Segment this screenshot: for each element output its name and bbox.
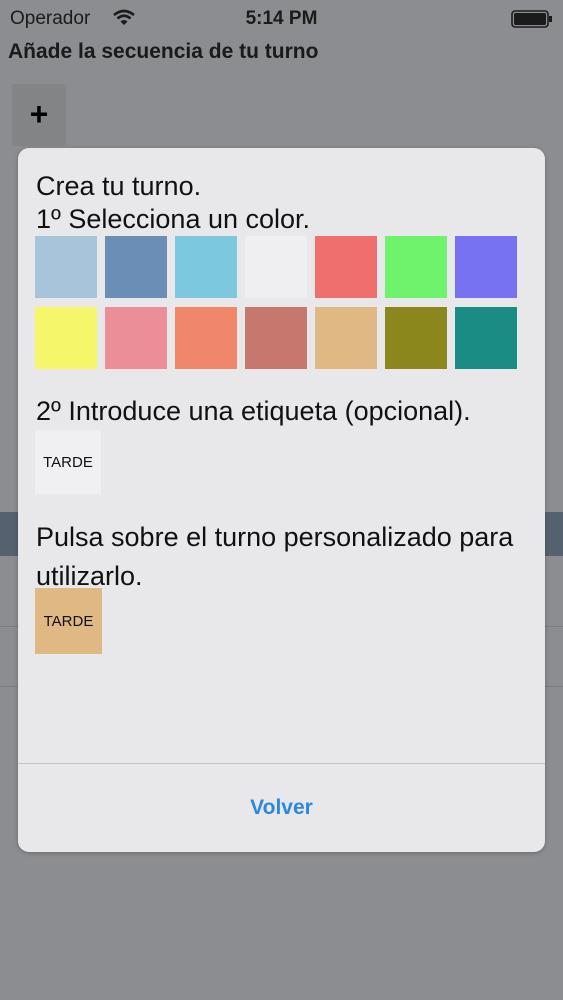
create-shift-dialog: Crea tu turno. 1º Selecciona un color. 2… bbox=[18, 148, 545, 852]
color-palette bbox=[35, 236, 525, 369]
battery-icon bbox=[511, 10, 553, 28]
color-swatch[interactable] bbox=[315, 236, 377, 298]
screen-title: Añade la secuencia de tu turno bbox=[8, 40, 319, 63]
color-swatch[interactable] bbox=[35, 236, 97, 298]
color-swatch[interactable] bbox=[455, 307, 517, 369]
add-button[interactable]: + bbox=[12, 84, 66, 146]
color-swatch[interactable] bbox=[175, 236, 237, 298]
step2-instruction: 2º Introduce una etiqueta (opcional). bbox=[36, 396, 471, 426]
step1-instruction: 1º Selecciona un color. bbox=[36, 204, 311, 234]
color-swatch[interactable] bbox=[455, 236, 517, 298]
color-swatch[interactable] bbox=[245, 236, 307, 298]
custom-shift-button[interactable]: TARDE bbox=[35, 588, 102, 654]
color-swatch[interactable] bbox=[105, 307, 167, 369]
status-bar: Operador 5:14 PM bbox=[0, 0, 563, 38]
color-swatch[interactable] bbox=[385, 307, 447, 369]
color-swatch[interactable] bbox=[175, 307, 237, 369]
clock: 5:14 PM bbox=[245, 8, 318, 29]
label-input[interactable]: TARDE bbox=[35, 430, 101, 494]
dialog-intro: Crea tu turno. bbox=[36, 171, 202, 201]
color-swatch[interactable] bbox=[105, 236, 167, 298]
color-swatch[interactable] bbox=[35, 307, 97, 369]
color-swatch[interactable] bbox=[385, 236, 447, 298]
step3-instruction: Pulsa sobre el turno personalizado para … bbox=[36, 522, 514, 591]
color-swatch[interactable] bbox=[315, 307, 377, 369]
back-button[interactable]: Volver bbox=[18, 764, 545, 852]
color-swatch[interactable] bbox=[245, 307, 307, 369]
